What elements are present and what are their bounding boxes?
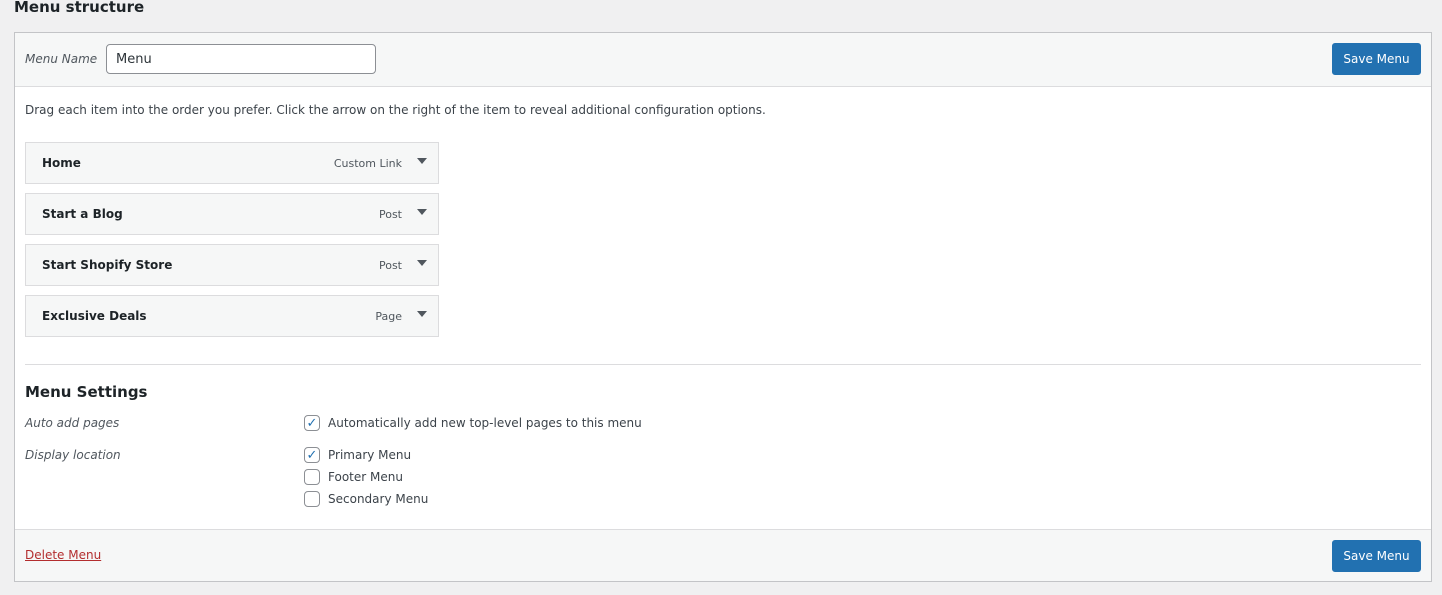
menu-item[interactable]: Home Custom Link xyxy=(25,142,439,184)
menu-editor: Menu Name Save Menu Drag each item into … xyxy=(14,32,1432,582)
menu-name-label: Menu Name xyxy=(25,52,98,66)
menu-item-type: Custom Link xyxy=(333,157,402,170)
save-menu-button-top[interactable]: Save Menu xyxy=(1332,43,1421,75)
menu-item[interactable]: Start Shopify Store Post xyxy=(25,244,439,286)
menu-item-type: Page xyxy=(375,310,402,323)
settings-heading: Menu Settings xyxy=(25,383,148,401)
location-label: Footer Menu xyxy=(328,470,403,484)
menu-item[interactable]: Exclusive Deals Page xyxy=(25,295,439,337)
expand-arrow-icon[interactable] xyxy=(417,209,427,215)
menu-item-type: Post xyxy=(378,259,402,272)
expand-arrow-icon[interactable] xyxy=(417,311,427,317)
location-checkbox[interactable] xyxy=(304,491,320,507)
save-menu-button-bottom[interactable]: Save Menu xyxy=(1332,540,1421,572)
menu-item-type: Post xyxy=(378,208,402,221)
auto-add-label: Auto add pages xyxy=(25,416,120,430)
delete-menu-link[interactable]: Delete Menu xyxy=(25,548,101,562)
location-checkbox[interactable]: ✓ xyxy=(304,447,320,463)
display-location-option[interactable]: ✓ Primary Menu xyxy=(304,447,411,463)
location-label: Secondary Menu xyxy=(328,492,429,506)
location-checkbox[interactable] xyxy=(304,469,320,485)
instructions: Drag each item into the order you prefer… xyxy=(25,103,766,117)
display-location-option[interactable]: Secondary Menu xyxy=(304,491,428,507)
menu-header: Menu Name Save Menu xyxy=(15,33,1431,87)
expand-arrow-icon[interactable] xyxy=(417,260,427,266)
menu-item-title: Start Shopify Store xyxy=(42,258,173,272)
menu-name-input[interactable] xyxy=(106,44,376,74)
display-location-option[interactable]: Footer Menu xyxy=(304,469,403,485)
auto-add-checkbox[interactable]: ✓ xyxy=(304,415,320,431)
divider xyxy=(25,364,1421,365)
display-location-label: Display location xyxy=(25,448,121,462)
page-title: Menu structure xyxy=(14,0,145,16)
menu-footer: Delete Menu Save Menu xyxy=(15,529,1431,581)
auto-add-option-label: Automatically add new top-level pages to… xyxy=(328,416,642,430)
expand-arrow-icon[interactable] xyxy=(417,158,427,164)
menu-item-title: Exclusive Deals xyxy=(42,309,147,323)
menu-item-title: Start a Blog xyxy=(42,207,123,221)
auto-add-option[interactable]: ✓ Automatically add new top-level pages … xyxy=(304,415,642,431)
location-label: Primary Menu xyxy=(328,448,412,462)
menu-item[interactable]: Start a Blog Post xyxy=(25,193,439,235)
menu-item-title: Home xyxy=(42,156,81,170)
